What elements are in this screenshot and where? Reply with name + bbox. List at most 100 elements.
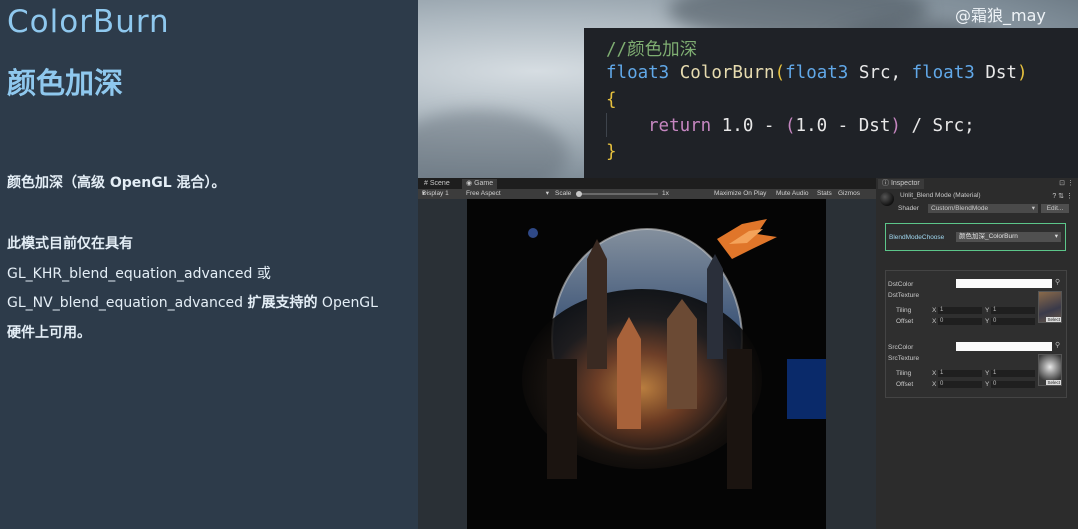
dst-texture-slot[interactable]: Select [1038,291,1062,323]
para2-line-4: 硬件上可用。 [7,324,91,341]
settings-icon[interactable]: ⇅ [1058,193,1064,200]
dst-offset-y-field[interactable]: 0 [991,318,1035,325]
code-line-comment: //颜色加深 [606,36,697,61]
chevron-down-icon: ▾ [1054,233,1058,240]
shader-dropdown[interactable]: Custom/BlendMode ▾ [928,204,1038,213]
texture-properties-box: DstColor ⚲ DstTexture Tiling X 1 Y 1 Off… [885,270,1067,398]
code-line-open: { [606,90,617,110]
dst-tiling-y-field[interactable]: 1 [991,307,1035,314]
src-offset-y-field[interactable]: 0 [991,381,1035,388]
y-label: Y [985,307,990,314]
tab-inspector-label: Inspector [890,180,920,187]
blend-mode-dropdown[interactable]: 颜色加深_ColorBurn ▾ [956,232,1061,242]
tab-scene[interactable]: # Scene [420,179,454,189]
scale-slider[interactable] [578,193,658,195]
scale-slider-thumb[interactable] [576,191,582,197]
mute-audio-button[interactable]: Mute Audio [776,189,809,199]
para2-line-3: GL_NV_blend_equation_advanced 扩展支持的 Open… [7,289,378,319]
info-icon: ⓘ [882,180,889,187]
slide-subtitle: 颜色加深 [7,66,124,100]
watermark: @霜狼_may [955,6,1046,25]
src-texture-slot[interactable]: Select [1038,354,1062,386]
scale-value: 1x [662,190,669,197]
blend-mode-label: BlendModeChoose [889,234,945,241]
edit-shader-button[interactable]: Edit... [1041,204,1069,213]
tab-game-label: Game [474,180,494,187]
dst-tiling-label: Tiling [896,307,912,314]
chevron-down-icon: ▾ [545,190,549,197]
tab-inspector[interactable]: ⓘ Inspector [878,179,924,189]
slide-title: ColorBurn [7,4,170,40]
code-arg: Dst [974,63,1017,83]
dst-color-field[interactable] [956,279,1052,288]
blend-mode-box: BlendModeChoose 颜色加深_ColorBurn ▾ [885,223,1066,251]
eyedropper-icon[interactable]: ⚲ [1055,278,1060,286]
y-label: Y [985,381,990,388]
game-icon: ◉ [466,180,473,187]
game-render-image[interactable] [467,199,826,529]
tab-game[interactable]: ◉ Game [462,179,498,189]
eyedropper-icon[interactable]: ⚲ [1055,341,1060,349]
menu-icon[interactable]: ⋮ [1067,180,1074,187]
slide-panel: ColorBurn 颜色加深 颜色加深（高级 OpenGL 混合）。 此模式目前… [0,0,418,529]
src-select-button[interactable]: Select [1046,380,1061,385]
src-tiling-label: Tiling [896,370,912,377]
src-tiling-x-field[interactable]: 1 [938,370,982,377]
help-icon[interactable]: ? [1052,193,1056,200]
code-line-return: return 1.0 - (1.0 - Dst) / Src; [648,116,975,136]
shader-label: Shader [898,205,919,212]
slide-paragraph-2: 此模式目前仅在具有 GL_KHR_blend_equation_advanced… [7,230,378,348]
code-type: float3 [911,63,975,83]
code-paren: ( [774,63,786,83]
code-comment: //颜色加深 [606,40,698,60]
dst-tiling-x-field[interactable]: 1 [938,307,982,314]
gizmos-button[interactable]: Gizmos [838,189,860,199]
src-color-label: SrcColor [888,344,914,351]
src-offset-x-field[interactable]: 0 [938,381,982,388]
dst-offset-label: Offset [896,318,914,325]
aspect-label: Free Aspect [466,190,501,197]
material-header-icons: ? ⇅ ⋮ [1052,192,1073,200]
x-label: X [932,381,937,388]
code-brace: } [606,142,617,162]
code-brace: { [606,90,617,110]
shader-value: Custom/BlendMode [931,205,989,212]
dst-texture-label: DstTexture [888,292,920,299]
code-paren: ) [1016,63,1028,83]
y-label: Y [985,370,990,377]
code-paren: ( [784,116,796,136]
src-color-field[interactable] [956,342,1052,351]
code-arg: Src, [848,63,912,83]
inspector-panel: ⓘ Inspector ⊡ ⋮ Unlit_Blend Mode (Materi… [876,178,1078,529]
para2-line-2: GL_KHR_blend_equation_advanced 或 [7,265,271,282]
x-label: X [932,318,937,325]
para2-line-3a: GL_NV_blend_equation_advanced [7,295,248,311]
para2-line-3c: OpenGL [317,295,378,311]
code-line-close: } [606,142,617,162]
maximize-on-play-button[interactable]: Maximize On Play [714,189,766,199]
tab-scene-label: Scene [429,180,450,187]
scale-label: Scale [555,190,572,197]
src-tiling-y-field[interactable]: 1 [991,370,1035,377]
para2-line-1: 此模式目前仅在具有 [7,236,133,252]
dst-select-button[interactable]: Select [1046,317,1061,322]
material-name: Unlit_Blend Mode (Material) [900,192,981,199]
src-texture-label: SrcTexture [888,355,920,362]
x-label: X [932,370,937,377]
stats-button[interactable]: Stats [817,189,832,199]
inspector-tab-controls: ⊡ ⋮ [1059,179,1074,187]
dst-offset-x-field[interactable]: 0 [938,318,982,325]
code-type: float3 [606,63,670,83]
menu-icon[interactable]: ⋮ [1066,193,1073,200]
lock-icon[interactable]: ⊡ [1059,180,1065,187]
rendered-scene [467,199,826,529]
para2-line-3b: 扩展支持的 [247,295,318,311]
display-label: Display 1 [422,190,449,197]
code-paren: ) [890,116,901,136]
view-tabs: # Scene ◉ Game [418,178,876,189]
game-toolbar: Display 1 ▾ Free Aspect ▾ Scale 1x Maximi… [418,189,876,199]
chevron-down-icon: ▾ [422,190,426,197]
indent-guide [606,113,607,137]
code-expr: / Src; [900,116,975,136]
dst-color-label: DstColor [888,281,914,288]
